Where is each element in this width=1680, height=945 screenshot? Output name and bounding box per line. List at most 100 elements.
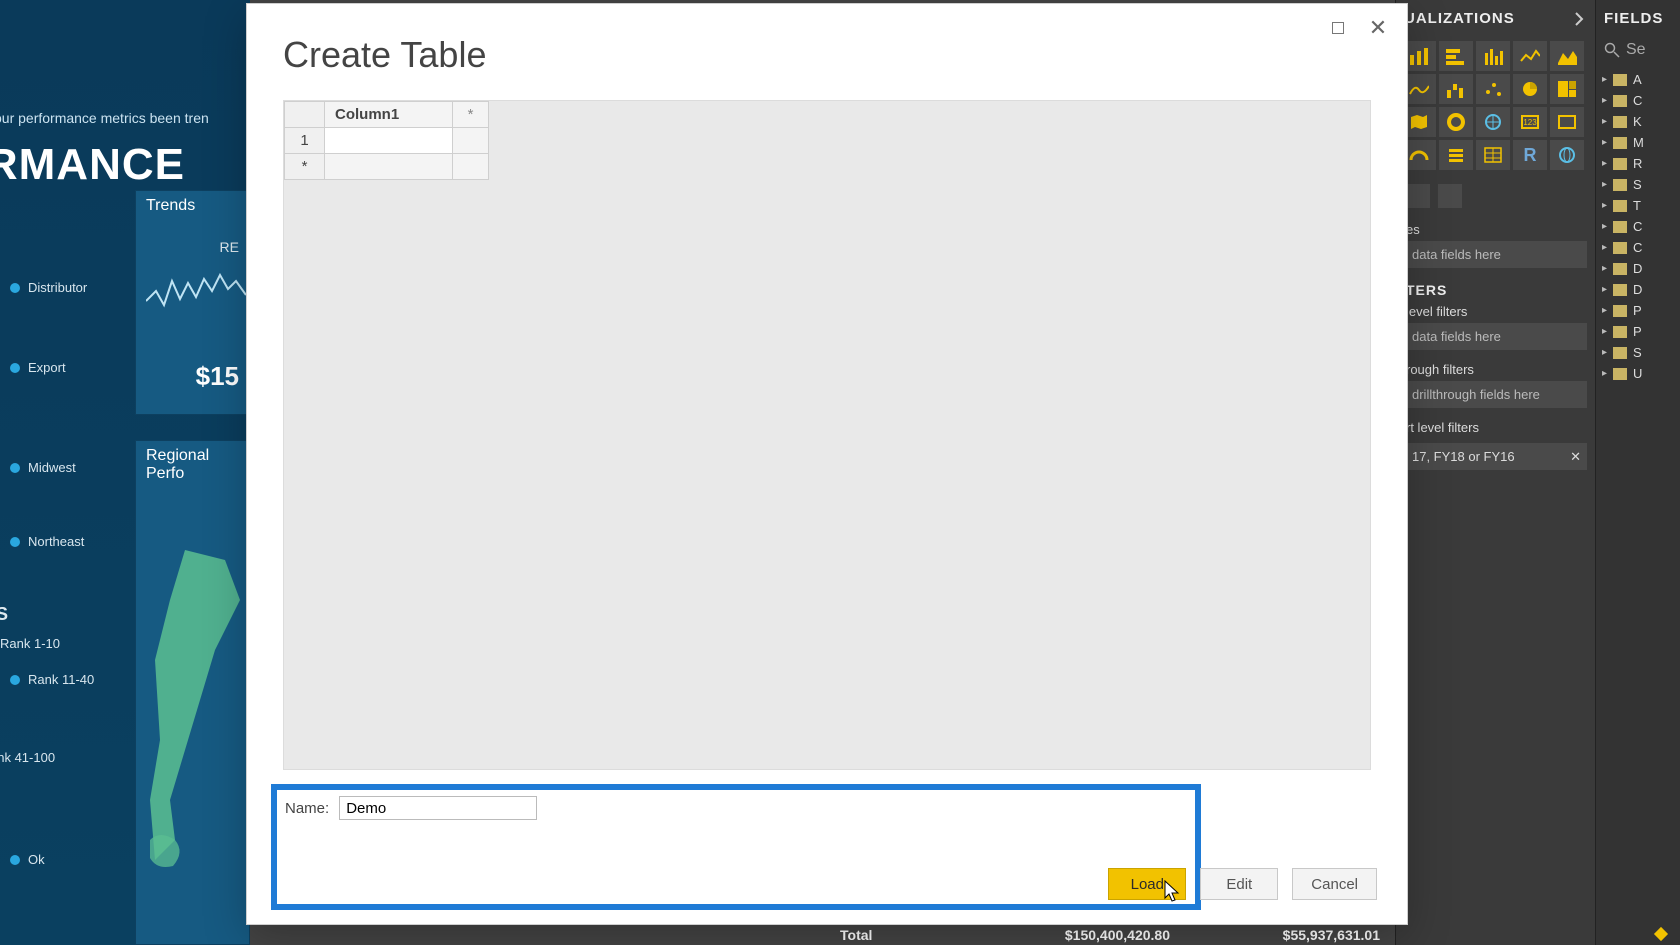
filter-chip[interactable]: 17, FY18 or FY16 ✕: [1404, 443, 1587, 470]
cancel-button[interactable]: Cancel: [1292, 868, 1377, 900]
field-label: M: [1633, 135, 1644, 150]
format-tab-icon[interactable]: [1438, 184, 1462, 208]
sparkline-icon: [146, 261, 246, 321]
drillthrough-drop-area[interactable]: drillthrough fields here: [1404, 381, 1587, 408]
field-item[interactable]: ▸P: [1602, 300, 1674, 321]
field-item[interactable]: ▸M: [1602, 132, 1674, 153]
column-header[interactable]: Column1: [325, 102, 453, 128]
table-icon: [1613, 158, 1627, 170]
pie-chart-icon[interactable]: [1513, 74, 1547, 104]
chevron-right-icon[interactable]: [1571, 11, 1587, 27]
treemap-icon[interactable]: [1550, 74, 1584, 104]
table-icon: [1613, 95, 1627, 107]
search-icon: [1604, 42, 1620, 58]
field-item[interactable]: ▸C: [1602, 216, 1674, 237]
line-chart-icon[interactable]: [1513, 41, 1547, 71]
scatter-icon[interactable]: [1476, 74, 1510, 104]
field-item[interactable]: ▸P: [1602, 321, 1674, 342]
dialog-title: Create Table: [283, 34, 486, 76]
table-icon: [1613, 74, 1627, 86]
trends-label-fragment: RE: [220, 239, 239, 255]
field-item[interactable]: ▸T: [1602, 195, 1674, 216]
load-button[interactable]: Load: [1108, 868, 1186, 900]
map-icon[interactable]: [1402, 107, 1436, 137]
field-label: S: [1633, 345, 1642, 360]
filled-map-icon[interactable]: [1476, 107, 1510, 137]
slicer-icon[interactable]: [1439, 140, 1473, 170]
donut-icon[interactable]: [1439, 107, 1473, 137]
gauge-icon[interactable]: [1402, 140, 1436, 170]
edit-button[interactable]: Edit: [1200, 868, 1278, 900]
field-label: C: [1633, 240, 1642, 255]
expand-icon: ▸: [1602, 305, 1607, 316]
values-drop-area[interactable]: data fields here: [1404, 241, 1587, 268]
field-item[interactable]: ▸C: [1602, 237, 1674, 258]
field-item[interactable]: ▸U: [1602, 363, 1674, 384]
legend-rank-11-40: Rank 11-40: [10, 672, 94, 687]
trends-amount: $15: [196, 361, 239, 392]
table-icon: [1613, 305, 1627, 317]
legend-label: Rank 1-10: [0, 636, 60, 651]
field-label: K: [1633, 114, 1642, 129]
expand-icon: ▸: [1602, 242, 1607, 253]
close-button[interactable]: ✕: [1363, 14, 1393, 42]
svg-text:123: 123: [1523, 118, 1537, 127]
dot-icon: [10, 855, 20, 865]
values-label: es: [1396, 218, 1595, 241]
clustered-bar-icon[interactable]: [1439, 41, 1473, 71]
waterfall-icon[interactable]: [1439, 74, 1473, 104]
field-item[interactable]: ▸D: [1602, 258, 1674, 279]
enter-data-grid[interactable]: Column1 * 1 *: [284, 101, 489, 180]
field-item[interactable]: ▸S: [1602, 342, 1674, 363]
field-item[interactable]: ▸D: [1602, 279, 1674, 300]
field-item[interactable]: ▸C: [1602, 90, 1674, 111]
field-item[interactable]: ▸K: [1602, 111, 1674, 132]
close-icon: ✕: [1369, 15, 1387, 41]
field-item[interactable]: ▸S: [1602, 174, 1674, 195]
expand-icon: ▸: [1602, 347, 1607, 358]
trends-title: Trends: [136, 191, 249, 221]
legend-label: Distributor: [28, 280, 87, 295]
field-item[interactable]: ▸A: [1602, 69, 1674, 90]
fields-search[interactable]: Se: [1596, 37, 1680, 69]
table-icon: [1613, 137, 1627, 149]
expand-icon: ▸: [1602, 326, 1607, 337]
expand-icon: ▸: [1602, 158, 1607, 169]
fields-tab-icon[interactable]: [1406, 184, 1430, 208]
total-col1: $150,400,420.80: [960, 927, 1170, 943]
column-chart-icon[interactable]: [1476, 41, 1510, 71]
total-col2: $55,937,631.01: [1170, 927, 1380, 943]
name-label: Name:: [285, 800, 329, 817]
table-name-input[interactable]: [339, 796, 537, 820]
stacked-bar-icon[interactable]: [1402, 41, 1436, 71]
add-column-button[interactable]: *: [453, 102, 489, 128]
remove-filter-icon[interactable]: ✕: [1570, 449, 1581, 465]
maximize-button[interactable]: [1323, 14, 1353, 42]
table-icon: [1613, 284, 1627, 296]
page-filters-drop-area[interactable]: data fields here: [1404, 323, 1587, 350]
drillthrough-filters-label: rough filters: [1396, 358, 1595, 381]
area-chart-icon[interactable]: [1550, 41, 1584, 71]
filter-chip-label: 17, FY18 or FY16: [1412, 449, 1515, 464]
r-visual-icon[interactable]: R: [1513, 140, 1547, 170]
arcgis-icon[interactable]: [1550, 140, 1584, 170]
field-label: C: [1633, 219, 1642, 234]
card-icon[interactable]: 123: [1513, 107, 1547, 137]
table-grid-area[interactable]: Column1 * 1 *: [283, 100, 1371, 770]
legend-northeast: Northeast: [10, 534, 84, 549]
dialog-titlebar: Create Table ✕: [247, 4, 1407, 64]
expand-icon: ▸: [1602, 200, 1607, 211]
fields-header: FIELDS: [1596, 0, 1680, 37]
data-cell[interactable]: [325, 128, 453, 154]
table-icon: [1613, 347, 1627, 359]
table-icon: [1613, 116, 1627, 128]
expand-icon: ▸: [1602, 221, 1607, 232]
kpi-icon[interactable]: [1550, 107, 1584, 137]
fields-pane: FIELDS Se ▸A▸C▸K▸M▸R▸S▸T▸C▸C▸D▸D▸P▸P▸S▸U: [1595, 0, 1680, 945]
expand-icon: ▸: [1602, 263, 1607, 274]
ribbon-chart-icon[interactable]: [1402, 74, 1436, 104]
table-icon[interactable]: [1476, 140, 1510, 170]
add-row-button[interactable]: *: [285, 154, 325, 180]
legend-label: Midwest: [28, 460, 76, 475]
field-item[interactable]: ▸R: [1602, 153, 1674, 174]
